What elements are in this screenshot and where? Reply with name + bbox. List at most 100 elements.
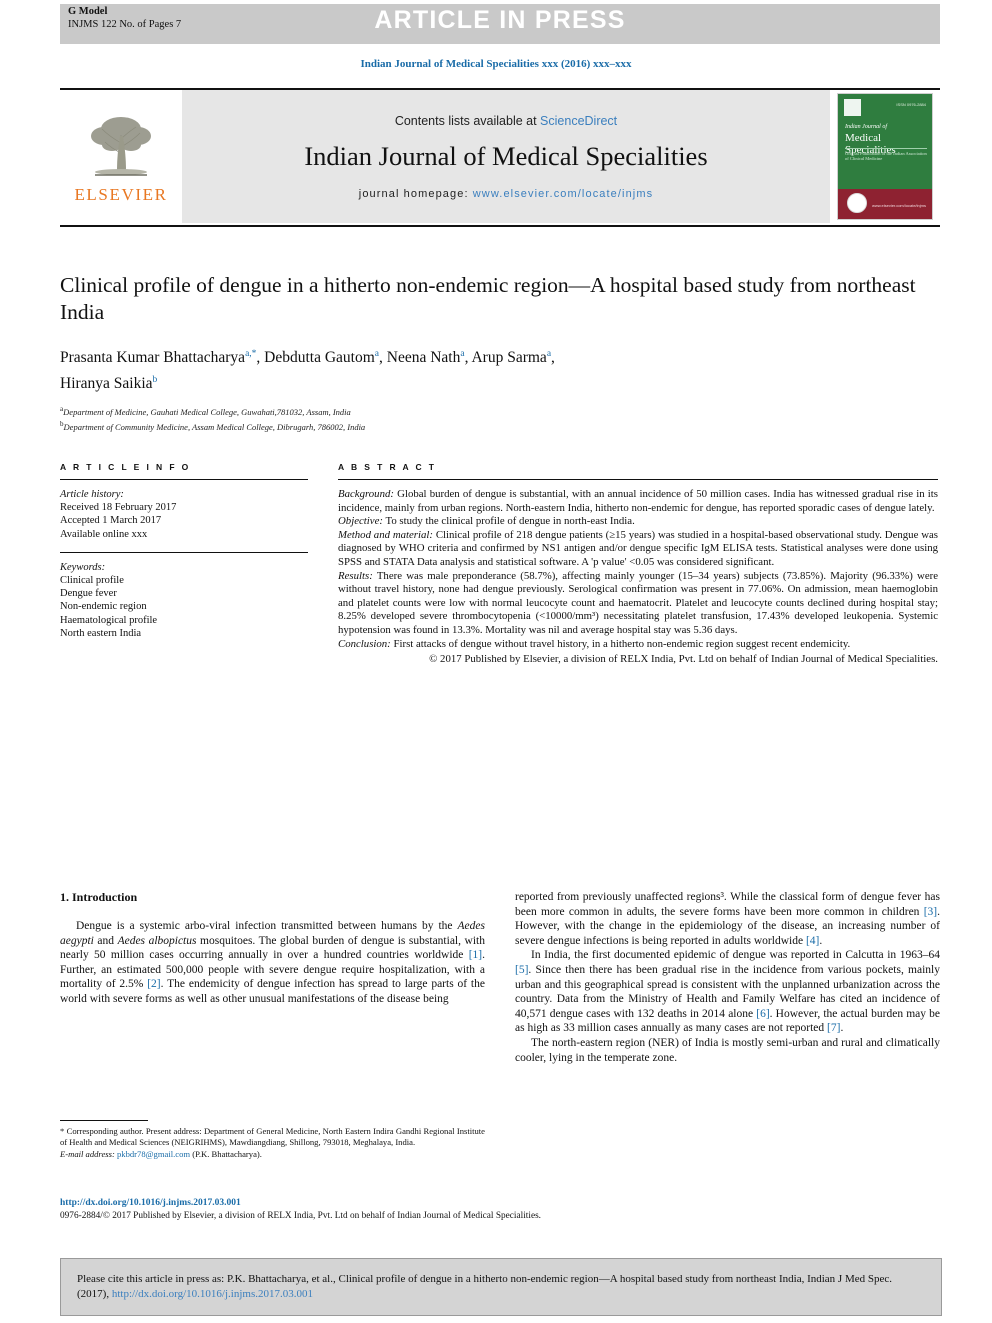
- keyword-item: Non-endemic region: [60, 601, 147, 613]
- journal-masthead: ELSEVIER Contents lists available at Sci…: [60, 88, 940, 227]
- cover-elsevier-mini-logo: [844, 99, 861, 116]
- article-info-heading: A R T I C L E I N F O: [60, 462, 191, 472]
- abstract-objective-text: To study the clinical profile of dengue …: [382, 515, 635, 528]
- abstract-results-label: Results:: [338, 569, 373, 582]
- footnote-text: * Corresponding author. Present address:…: [60, 1126, 485, 1160]
- article-history: Article history: Received 18 February 20…: [60, 488, 308, 541]
- author-affil-mark: a: [460, 349, 465, 359]
- intro-paragraph-right-2: In India, the first documented epidemic …: [515, 949, 940, 1035]
- body-column-left: 1. Introduction Dengue is a systemic arb…: [60, 890, 485, 1007]
- keywords-label: Keywords:: [60, 561, 106, 573]
- abstract-heading: A B S T R A C T: [338, 462, 437, 472]
- cover-rule: [845, 148, 927, 149]
- journal-title: Indian Journal of Medical Specialities: [304, 140, 708, 171]
- article-info-rule: [60, 479, 308, 480]
- contents-prefix: Contents lists available at: [394, 113, 541, 128]
- abstract-conclusion-label: Conclusion:: [338, 637, 391, 650]
- intro-paragraph-right-1: reported from previously unaffected regi…: [515, 891, 940, 947]
- abstract-method-label: Method and material:: [338, 528, 433, 541]
- body-columns: 1. Introduction Dengue is a systemic arb…: [60, 890, 940, 1210]
- abstract-background-text: Global burden of dengue is substantial, …: [338, 488, 938, 514]
- cover-society-emblem-icon: [847, 193, 867, 213]
- cover-small-title: Indian Journal of: [845, 124, 887, 130]
- cover-issn-text: ISSN 0976-2884: [896, 102, 926, 107]
- article-info-column: A R T I C L E I N F O Article history: R…: [60, 462, 308, 667]
- citation-ref[interactable]: [6]: [756, 1008, 769, 1020]
- homepage-label: journal homepage:: [358, 187, 473, 200]
- footnote-corresponding-text: Corresponding author. Present address: D…: [60, 1126, 485, 1148]
- affiliation-item: bDepartment of Community Medicine, Assam…: [60, 419, 940, 433]
- abstract-rule: [338, 479, 938, 480]
- journal-cover-thumbnail: ISSN 0976-2884 Indian Journal of Medical…: [837, 93, 933, 220]
- article-page: G Model INJMS 122 No. of Pages 7 ARTICLE…: [0, 0, 992, 1323]
- abstract-background-label: Background:: [338, 488, 394, 500]
- author-affil-mark: b: [152, 375, 158, 386]
- abstract-copyright: © 2017 Published by Elsevier, a division…: [429, 653, 938, 666]
- masthead-center: Contents lists available at ScienceDirec…: [182, 90, 830, 223]
- intro-paragraph-right-3: The north-eastern region (NER) of India …: [515, 1036, 940, 1064]
- footnote-rule: [60, 1120, 148, 1121]
- body-column-right: reported from previously unaffected regi…: [515, 890, 940, 1065]
- contents-available-line: Contents lists available at ScienceDirec…: [395, 114, 617, 128]
- article-in-press-text: ARTICLE IN PRESS: [374, 6, 626, 34]
- author-list: Prasanta Kumar Bhattacharyaa,*, Debdutta…: [60, 349, 555, 393]
- issn-copyright-line: 0976-2884/© 2017 Published by Elsevier, …: [60, 1211, 542, 1221]
- affiliation-text: Department of Community Medicine, Assam …: [63, 421, 366, 432]
- cover-band-text: www.elsevier.com/locate/injms: [871, 203, 926, 208]
- cite-doi-link[interactable]: http://dx.doi.org/10.1016/j.injms.2017.0…: [112, 1288, 313, 1300]
- author-name: Neena Nath: [386, 349, 461, 367]
- journal-homepage-line: journal homepage: www.elsevier.com/locat…: [359, 188, 653, 200]
- history-accepted: Accepted 1 March 2017: [60, 515, 162, 527]
- keyword-item: Dengue fever: [60, 588, 117, 600]
- email-owner: (P.K. Bhattacharya).: [192, 1148, 262, 1159]
- author-name: Arup Sarma: [471, 349, 547, 367]
- author-name: Prasanta Kumar Bhattacharya: [60, 349, 246, 367]
- citation-ref[interactable]: [3]: [924, 906, 937, 918]
- corresponding-author-footnote: * Corresponding author. Present address:…: [60, 1120, 485, 1160]
- author-name: Debdutta Gautom: [264, 349, 375, 367]
- publisher-logo: ELSEVIER: [60, 90, 182, 223]
- abstract-conclusion-text: First attacks of dengue without travel h…: [390, 637, 851, 650]
- affiliation-item: aDepartment of Medicine, Gauhati Medical…: [60, 404, 940, 418]
- keyword-list: Keywords: Clinical profile Dengue fever …: [60, 561, 308, 640]
- journal-cover-container: ISSN 0976-2884 Indian Journal of Medical…: [830, 90, 940, 223]
- homepage-url-link[interactable]: www.elsevier.com/locate/injms: [473, 188, 653, 200]
- citation-ref[interactable]: [4]: [806, 935, 819, 947]
- section-heading-introduction: 1. Introduction: [60, 890, 138, 904]
- sciencedirect-link[interactable]: ScienceDirect: [540, 114, 617, 128]
- author-affil-mark: a: [374, 349, 380, 359]
- page-title: Clinical profile of dengue in a hitherto…: [60, 273, 916, 324]
- cite-this-article-box: Please cite this article in press as: P.…: [60, 1258, 942, 1316]
- citation-ref[interactable]: [2]: [147, 978, 160, 990]
- history-available-online: Available online xxx: [60, 528, 148, 540]
- email-address-link[interactable]: pkbdr78@gmail.com: [117, 1149, 190, 1159]
- article-history-label: Article history:: [60, 489, 124, 500]
- keyword-item: Haematological profile: [60, 614, 158, 626]
- abstract-objective-label: Objective:: [338, 515, 383, 528]
- info-abstract-block: A R T I C L E I N F O Article history: R…: [60, 462, 940, 667]
- affiliation-text: Department of Medicine, Gauhati Medical …: [63, 407, 351, 418]
- abstract-column: A B S T R A C T Background: Global burde…: [338, 462, 938, 667]
- keyword-item: Clinical profile: [60, 575, 124, 587]
- keywords-rule: [60, 551, 308, 553]
- citation-ref[interactable]: [1]: [469, 949, 482, 961]
- doi-link[interactable]: http://dx.doi.org/10.1016/j.injms.2017.0…: [60, 1198, 241, 1208]
- author-affil-mark: a,*: [245, 349, 257, 359]
- cite-this-article-text: Please cite this article in press as: P.…: [61, 1272, 941, 1303]
- history-received: Received 18 February 2017: [60, 502, 177, 514]
- elsevier-wordmark: ELSEVIER: [74, 184, 168, 204]
- elsevier-tree-icon: [91, 116, 151, 176]
- affiliation-list: aDepartment of Medicine, Gauhati Medical…: [60, 404, 940, 433]
- citation-ref[interactable]: [5]: [515, 964, 528, 976]
- cover-subtitle: Official Publication of the Indian Assoc…: [845, 151, 927, 161]
- email-address-label: E-mail address:: [60, 1148, 115, 1159]
- title-block: Clinical profile of dengue in a hitherto…: [60, 272, 940, 433]
- running-head: Indian Journal of Medical Specialities x…: [360, 58, 632, 70]
- intro-paragraph-left: Dengue is a systemic arbo-viral infectio…: [60, 920, 485, 1005]
- citation-ref[interactable]: [7]: [827, 1022, 840, 1034]
- abstract-results-text: There was male preponderance (58.7%), af…: [338, 569, 938, 636]
- author-affil-mark: a: [546, 349, 552, 359]
- keyword-item: North eastern India: [60, 627, 142, 639]
- author-name: Hiranya Saikia: [60, 375, 153, 393]
- abstract-text: Background: Global burden of dengue is s…: [338, 488, 938, 667]
